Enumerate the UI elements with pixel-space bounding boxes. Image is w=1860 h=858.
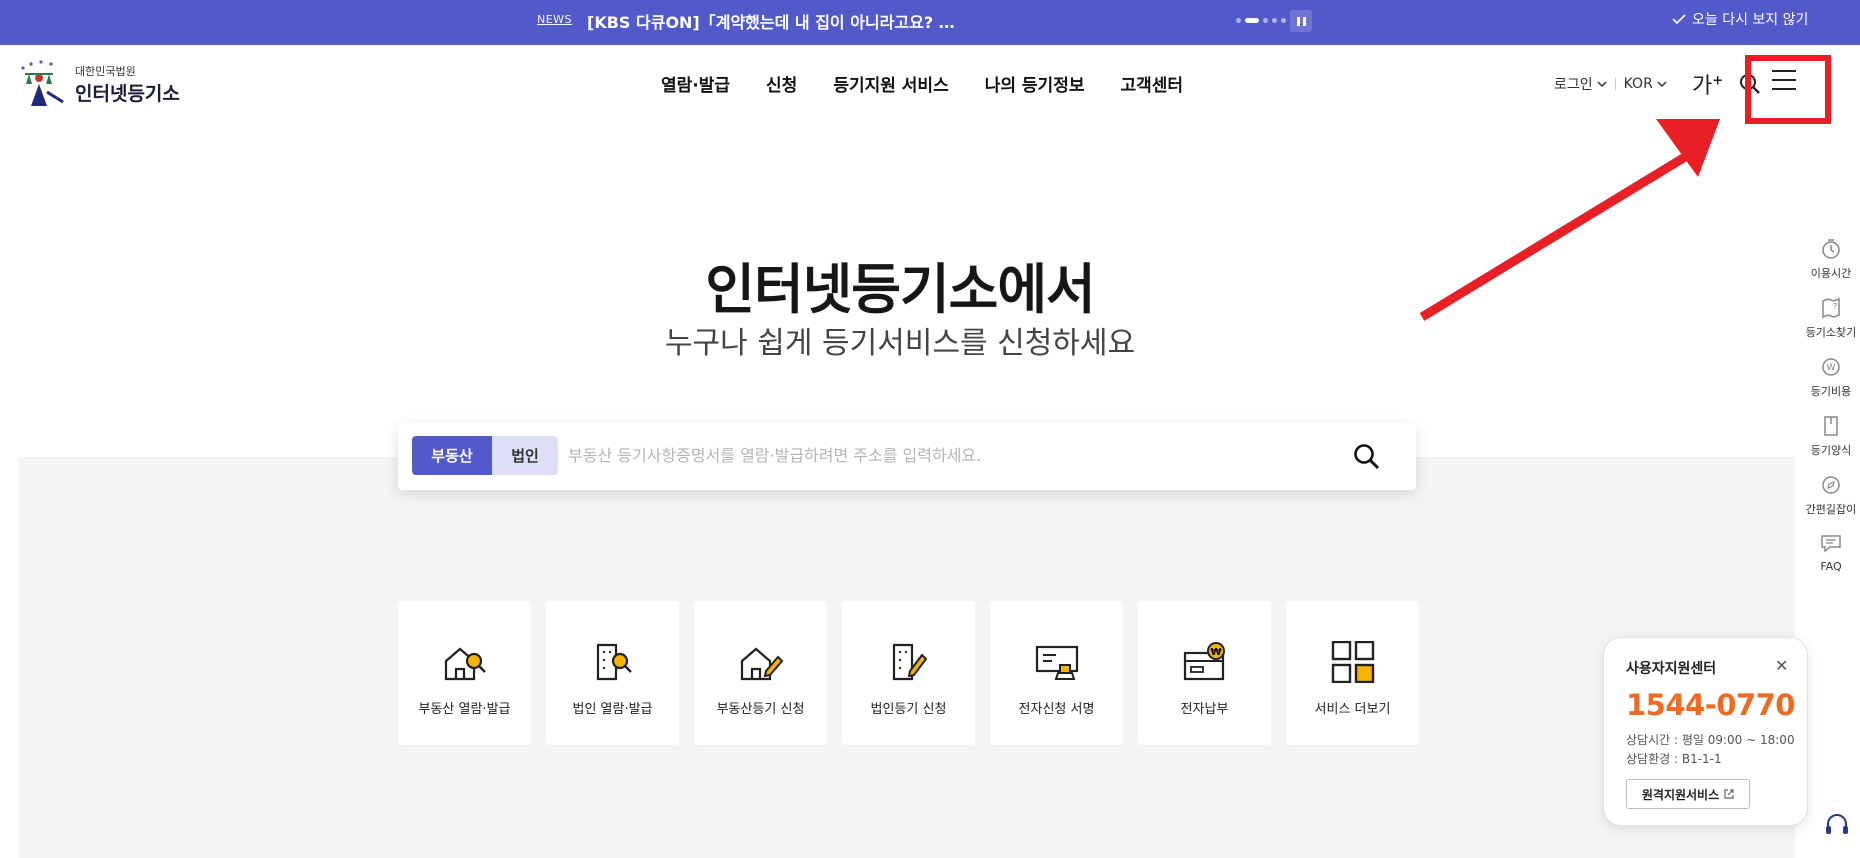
nav-item-customer-center[interactable]: 고객센터 (1120, 71, 1183, 96)
site-logo[interactable]: 대한민국법원 인터넷등기소 (17, 58, 180, 110)
support-center-popup: 사용자지원센터 ✕ 1544-0770 상담시간 : 평일 09:00 ~ 18… (1603, 637, 1808, 826)
won-coin-icon: W (1822, 358, 1840, 376)
news-dot-active[interactable] (1245, 18, 1259, 23)
service-card-more[interactable]: 서비스 더보기 (1286, 601, 1419, 745)
support-title: 사용자지원센터 (1626, 661, 1717, 677)
service-card-label: 서비스 더보기 (1314, 702, 1391, 717)
grid-more-icon (1331, 641, 1374, 683)
news-tag: NEWS (537, 13, 573, 26)
service-card-corp-view[interactable]: 법인 열람·발급 (546, 601, 679, 745)
login-dropdown[interactable]: 로그인 (1554, 74, 1607, 94)
house-search-icon (444, 647, 486, 681)
quick-menu: 이용시간 ? 등기소찾기 W 등기비용 등기양식 간편길잡이 FAQ (1805, 238, 1857, 592)
service-card-label: 부동산등기 신청 (716, 702, 805, 717)
building-search-icon (596, 643, 632, 681)
main-navigation: 열람·발급 신청 등기지원 서비스 나의 등기정보 고객센터 (661, 71, 1219, 96)
tab-realestate[interactable]: 부동산 (412, 436, 492, 475)
service-card-label: 법인 열람·발급 (572, 702, 653, 717)
service-card-list: 부동산 열람·발급 법인 열람·발급 부동산등기 신청 법인등기 신청 전자신청… (398, 601, 1419, 745)
news-dismiss-label: 오늘 다시 보지 않기 (1692, 12, 1809, 28)
chat-bubble-icon (1821, 535, 1841, 553)
news-headline-link[interactable]: [KBS 다큐ON]「계약했는데 내 집이 아니라고요? … (587, 9, 955, 33)
service-card-corp-apply[interactable]: 법인등기 신청 (842, 601, 975, 745)
nav-item-my-registry[interactable]: 나의 등기정보 (985, 71, 1085, 96)
font-size-button[interactable]: 가+ (1692, 68, 1723, 100)
font-size-label: 가 (1692, 74, 1713, 99)
nav-item-support-services[interactable]: 등기지원 서비스 (833, 71, 948, 96)
news-bar: NEWS [KBS 다큐ON]「계약했는데 내 집이 아니라고요? … 오늘 다… (0, 0, 1860, 45)
divider (1614, 78, 1616, 90)
quick-label: 간편길잡이 (1805, 503, 1857, 516)
document-icon (1824, 416, 1838, 436)
close-icon[interactable]: ✕ (1775, 656, 1788, 675)
quick-label: 등기비용 (1810, 385, 1852, 398)
logo-subtitle: 대한민국법원 (75, 64, 136, 78)
search-submit-icon[interactable] (1352, 442, 1382, 472)
nav-item-view-issue[interactable]: 열람·발급 (661, 71, 730, 96)
address-search-input[interactable] (568, 436, 1328, 475)
support-environment: 상담환경 : B1-1-1 (1626, 752, 1722, 766)
chevron-down-icon (1597, 80, 1607, 87)
news-dismiss-button[interactable]: 오늘 다시 보지 않기 (1672, 9, 1808, 29)
news-dot[interactable] (1263, 18, 1268, 23)
quick-label: 등기소찾기 (1805, 326, 1857, 339)
house-pen-icon (740, 647, 783, 681)
signature-stamp-icon (1035, 645, 1078, 680)
search-box: 부동산 법인 (398, 423, 1416, 490)
news-pagination[interactable] (1236, 18, 1286, 23)
service-card-label: 전자납부 (1180, 702, 1229, 717)
svg-text:W: W (1827, 363, 1836, 373)
quick-label: 등기양식 (1810, 444, 1852, 457)
news-pause-button[interactable] (1290, 10, 1312, 32)
quick-item-guide[interactable]: 간편길잡이 (1805, 474, 1857, 533)
service-card-e-payment[interactable]: ₩ 전자납부 (1138, 601, 1271, 745)
logo-title: 인터넷등기소 (75, 82, 180, 105)
plus-icon: + (1712, 73, 1724, 89)
quick-item-fees[interactable]: W 등기비용 (1805, 356, 1857, 415)
news-dot[interactable] (1272, 18, 1277, 23)
language-label: KOR (1623, 76, 1653, 92)
support-hours: 상담시간 : 평일 09:00 ~ 18:00 (1626, 733, 1795, 747)
quick-label: 이용시간 (1810, 267, 1852, 280)
quick-item-faq[interactable]: FAQ (1805, 533, 1857, 592)
news-dot[interactable] (1281, 18, 1286, 23)
service-card-label: 부동산 열람·발급 (418, 702, 511, 717)
hero-subtitle: 누구나 쉽게 등기서비스를 신청하세요 (664, 326, 1136, 361)
building-pen-icon (892, 643, 927, 681)
court-emblem-icon (21, 60, 64, 106)
hero-title: 인터넷등기소에서 (705, 258, 1095, 321)
news-dot[interactable] (1236, 18, 1241, 23)
compass-icon (1822, 476, 1840, 494)
tab-corporation[interactable]: 법인 (492, 436, 558, 475)
service-card-e-signature[interactable]: 전자신청 서명 (990, 601, 1123, 745)
quick-item-hours[interactable]: 이용시간 (1805, 238, 1857, 297)
service-card-realestate-apply[interactable]: 부동산등기 신청 (694, 601, 827, 745)
remote-support-label: 원격지원서비스 (1641, 787, 1720, 802)
check-icon (1672, 14, 1686, 24)
login-label: 로그인 (1554, 77, 1593, 93)
clock-icon (1822, 239, 1840, 259)
headset-icon[interactable] (1824, 812, 1850, 838)
quick-item-forms[interactable]: 등기양식 (1805, 415, 1857, 474)
wallet-won-icon: ₩ (1183, 642, 1225, 681)
svg-text:?: ? (1833, 302, 1837, 311)
nav-item-apply[interactable]: 신청 (766, 71, 797, 96)
support-phone[interactable]: 1544-0770 (1626, 688, 1795, 722)
quick-label: FAQ (1820, 560, 1842, 573)
external-link-icon (1724, 789, 1734, 799)
svg-text:₩: ₩ (1210, 647, 1221, 658)
annotation-highlight-box (1745, 55, 1831, 124)
map-question-icon: ? (1822, 297, 1840, 319)
quick-item-find-office[interactable]: ? 등기소찾기 (1805, 297, 1857, 356)
service-card-realestate-view[interactable]: 부동산 열람·발급 (398, 601, 531, 745)
chevron-down-icon (1657, 80, 1667, 87)
service-card-label: 법인등기 신청 (870, 702, 947, 717)
language-dropdown[interactable]: KOR (1624, 76, 1667, 92)
remote-support-button[interactable]: 원격지원서비스 (1626, 779, 1750, 809)
header-utilities: 로그인 KOR (1554, 74, 1667, 94)
service-card-label: 전자신청 서명 (1018, 702, 1095, 717)
